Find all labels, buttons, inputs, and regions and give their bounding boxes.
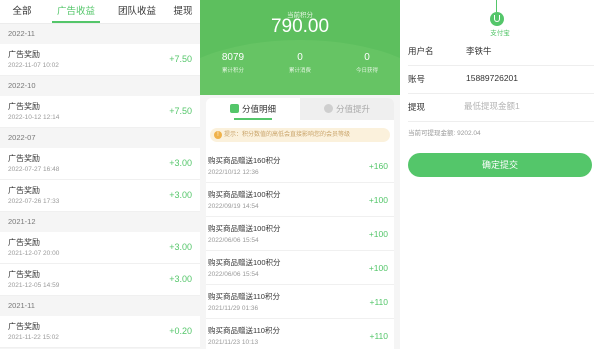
income-amount: +0.20 (169, 326, 192, 336)
record-title: 购买商品赠送100积分 (208, 258, 281, 267)
record-amount: +110 (369, 331, 388, 341)
month-header: 2021-12 (0, 212, 200, 232)
stat-label: 累计消费 (288, 68, 311, 74)
income-row[interactable]: 广告奖励 2021-11-22 15:02 +0.20 (0, 316, 200, 348)
income-time: 2022-11-07 10:02 (8, 62, 59, 69)
points-record-row[interactable]: 购买商品赠送110积分 2021/11/23 10:13 +110 (206, 320, 394, 349)
record-amount: +100 (368, 229, 388, 239)
income-time: 2021-12-05 14:59 (8, 282, 60, 289)
tip-text: 提示：积分数值的高低会直接影响您的会员等级 (224, 132, 351, 138)
month-header: 2021-11 (0, 296, 200, 316)
info-icon: ! (214, 131, 222, 139)
month-header: 2022-11 (0, 24, 200, 44)
arrow-up-icon (323, 104, 333, 113)
income-time: 2021-12-07 20:00 (8, 250, 60, 257)
logo-connector (496, 0, 497, 12)
income-amount: +3.00 (169, 158, 192, 168)
withdraw-amount-field: 提现 (408, 92, 594, 122)
stat-label: 今日获得 (355, 68, 378, 74)
tab-all[interactable]: 全部 (0, 0, 44, 23)
record-title: 购买商品赠送100积分 (208, 224, 281, 233)
income-time: 2021-11-22 15:02 (8, 334, 59, 341)
record-title: 购买商品赠送110积分 (208, 326, 280, 335)
stat-label: 累计积分 (221, 68, 244, 74)
record-time: 2022/10/12 12:36 (208, 169, 259, 176)
income-title: 广告奖励 (8, 50, 40, 59)
points-record-row[interactable]: 购买商品赠送160积分 2022/10/12 12:36 +160 (206, 150, 394, 183)
tab-team-income[interactable]: 团队收益 (108, 0, 166, 23)
record-time: 2021/11/29 01:36 (208, 305, 259, 312)
record-title: 购买商品赠送100积分 (208, 190, 281, 199)
field-value: 15889726201 (466, 73, 519, 83)
field-value: 李铁牛 (466, 46, 492, 56)
income-time: 2022-07-26 17:33 (8, 198, 60, 205)
tab-points-detail[interactable]: 分值明细 (206, 98, 300, 120)
tab-label: 分值提升 (335, 104, 370, 114)
income-amount: +3.00 (169, 274, 192, 284)
tab-withdraw[interactable]: 提现 (166, 0, 200, 23)
submit-button[interactable]: 确定提交 (408, 153, 592, 177)
field-label: 用户名 (408, 46, 434, 56)
income-title: 广告奖励 (8, 322, 40, 331)
stat-value: 8079 (221, 52, 245, 63)
stat-value: 0 (364, 52, 370, 63)
field-label: 账号 (408, 74, 426, 84)
points-panel: 当前积分 790.00 8079 累计积分 0 累计消费 0 今日获得 分值明细… (200, 0, 400, 349)
record-time: 2021/11/23 10:13 (208, 339, 259, 346)
available-amount: 当前可提现金额: 9202.04 (408, 130, 481, 137)
income-title: 广告奖励 (8, 186, 40, 195)
income-title: 广告奖励 (8, 270, 40, 279)
record-amount: +110 (369, 297, 388, 307)
record-time: 2022/06/06 15:54 (208, 271, 259, 278)
income-time: 2022-10-12 12:14 (8, 114, 60, 121)
record-title: 购买商品赠送110积分 (208, 292, 280, 301)
account-field: 账号 15889726201 (408, 64, 594, 94)
points-record-row[interactable]: 购买商品赠送110积分 2021/11/29 01:36 +110 (206, 286, 394, 319)
tab-points-boost[interactable]: 分值提升 (300, 98, 394, 120)
username-field: 用户名 李铁牛 (408, 36, 594, 66)
income-title: 广告奖励 (8, 154, 40, 163)
income-amount: +7.50 (169, 54, 192, 64)
income-row[interactable]: 广告奖励 2021-12-07 20:00 +3.00 (0, 232, 200, 264)
record-amount: +160 (368, 161, 388, 171)
month-header: 2022-07 (0, 128, 200, 148)
stat-total-points: 8079 累计积分 (200, 52, 266, 74)
withdraw-panel: 支付宝 用户名 李铁牛 账号 15889726201 提现 当前可提现金额: 9… (400, 0, 600, 349)
points-record-row[interactable]: 购买商品赠送100积分 2022/06/06 15:54 +100 (206, 218, 394, 251)
income-tabs: 全部 广告收益 团队收益 提现 (0, 0, 200, 24)
income-time: 2022-07-27 16:48 (8, 166, 60, 173)
field-label: 提现 (408, 102, 426, 112)
points-record-row[interactable]: 购买商品赠送100积分 2022/06/06 15:54 +100 (206, 252, 394, 285)
alipay-icon (490, 12, 504, 26)
record-amount: +100 (368, 263, 388, 273)
record-amount: +100 (368, 195, 388, 205)
income-title: 广告奖励 (8, 102, 40, 111)
income-amount: +3.00 (169, 242, 192, 252)
tab-ad-income[interactable]: 广告收益 (44, 0, 108, 23)
income-row[interactable]: 广告奖励 2022-07-27 16:48 +3.00 (0, 148, 200, 180)
points-record-row[interactable]: 购买商品赠送100积分 2022/09/19 14:54 +100 (206, 184, 394, 217)
income-amount: +7.50 (169, 106, 192, 116)
record-time: 2022/06/06 15:54 (208, 237, 259, 244)
points-summary: 当前积分 790.00 8079 累计积分 0 累计消费 0 今日获得 (200, 0, 400, 95)
income-row[interactable]: 广告奖励 2022-07-26 17:33 +3.00 (0, 180, 200, 212)
current-points-value: 790.00 (270, 16, 330, 37)
list-icon (229, 104, 239, 113)
stat-value: 0 (297, 52, 303, 63)
tab-label: 分值明细 (241, 104, 276, 114)
month-header: 2022-10 (0, 76, 200, 96)
income-row[interactable]: 广告奖励 2022-10-12 12:14 +7.50 (0, 96, 200, 128)
record-time: 2022/09/19 14:54 (208, 203, 259, 210)
income-panel: 全部 广告收益 团队收益 提现 2022-11 广告奖励 2022-11-07 … (0, 0, 200, 349)
income-row[interactable]: 广告奖励 2022-11-07 10:02 +7.50 (0, 44, 200, 76)
withdraw-amount-input[interactable] (464, 98, 590, 114)
points-records-card: 分值明细 分值提升 ! 提示：积分数值的高低会直接影响您的会员等级 购买商品赠送… (206, 98, 394, 349)
stat-today-earned: 0 今日获得 (334, 52, 400, 74)
record-title: 购买商品赠送160积分 (208, 156, 281, 165)
income-title: 广告奖励 (8, 238, 40, 247)
income-row[interactable]: 广告奖励 2021-12-05 14:59 +3.00 (0, 264, 200, 296)
stat-total-spent: 0 累计消费 (267, 52, 333, 74)
points-tip: ! 提示：积分数值的高低会直接影响您的会员等级 (210, 128, 390, 142)
income-amount: +3.00 (169, 190, 192, 200)
